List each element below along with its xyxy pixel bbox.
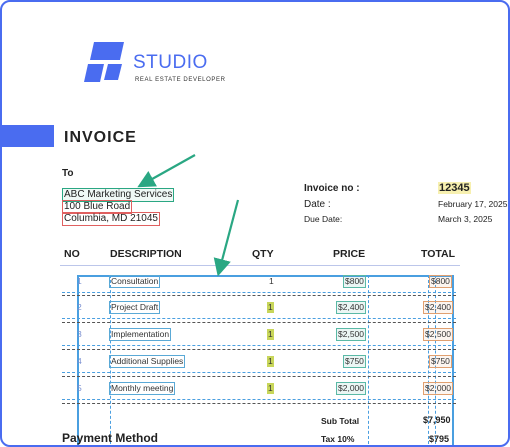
annotation-arrows — [137, 154, 240, 277]
document-page: STUDIO REAL ESTATE DEVELOPER INVOICE To … — [0, 0, 510, 447]
arrow-to-company-icon — [137, 154, 196, 188]
arrow-to-table-icon — [213, 199, 240, 277]
